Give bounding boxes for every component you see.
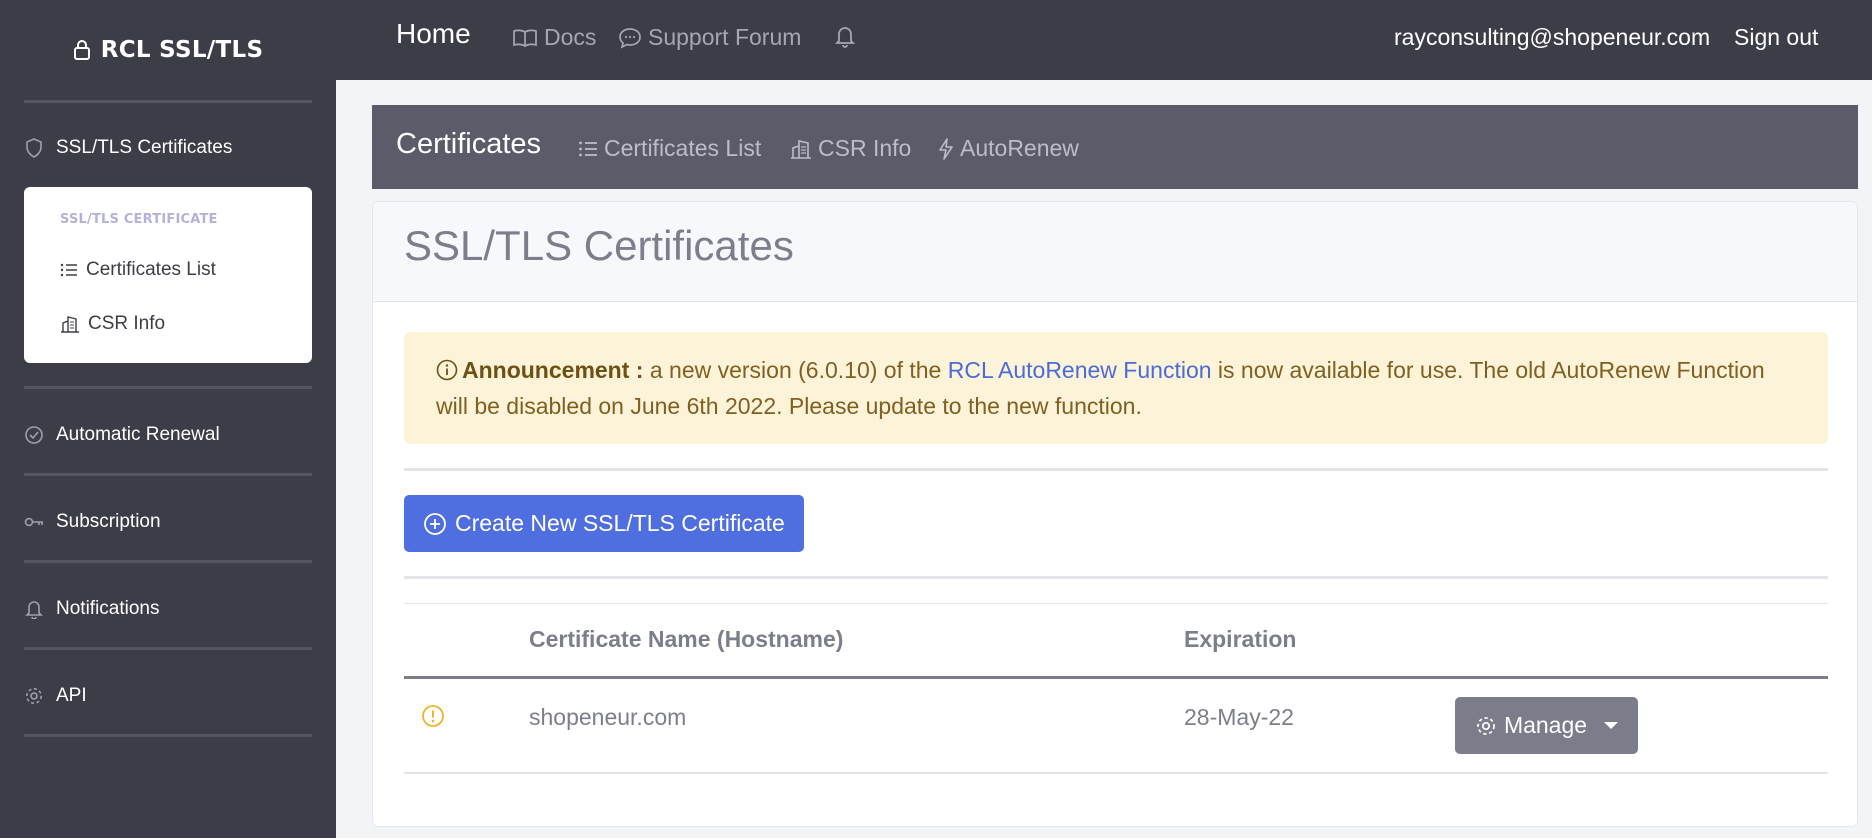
nav-home-link[interactable]: Home [396, 18, 471, 50]
sidebar-submenu: SSL/TLS CERTIFICATE Certificates List CS… [24, 187, 312, 363]
shield-icon [24, 138, 44, 158]
docs-label: Docs [544, 24, 597, 50]
bell-icon [834, 24, 856, 48]
subnav-autorenew[interactable]: AutoRenew [938, 135, 1079, 162]
announcement-label: Announcement : [462, 357, 644, 383]
sidebar-item-label: Automatic Renewal [56, 424, 220, 445]
bell-icon [24, 599, 44, 619]
notifications-bell-button[interactable] [834, 24, 856, 48]
sidebar-divider [24, 734, 312, 737]
divider [404, 576, 1828, 579]
page-title: SSL/TLS Certificates [404, 222, 794, 269]
book-icon [512, 28, 538, 48]
user-email[interactable]: rayconsulting@shopeneur.com [1394, 24, 1710, 51]
sidebar-item-notifications[interactable]: Notifications [24, 589, 312, 629]
manage-label: Manage [1503, 712, 1588, 738]
column-header-expiration[interactable]: Expiration [1184, 626, 1296, 653]
certificates-card: SSL/TLS Certificates Announcement : a ne… [372, 201, 1858, 827]
certificate-expiration: 28-May-22 [1184, 704, 1294, 730]
chat-icon [618, 27, 642, 49]
building-icon [790, 139, 812, 159]
brand-logo[interactable]: RCL SSL/TLS [0, 0, 336, 100]
gear-icon [24, 686, 44, 706]
sidebar-divider [24, 647, 312, 650]
sidebar-divider [24, 560, 312, 563]
table-row-border [404, 772, 1828, 774]
warning-icon [421, 704, 445, 728]
certificate-hostname[interactable]: shopeneur.com [529, 704, 686, 731]
submenu-header: SSL/TLS CERTIFICATE [60, 212, 218, 227]
nav-support-forum-link[interactable]: Support Forum [618, 24, 801, 51]
announcement-text-before: a new version (6.0.10) of the [643, 357, 948, 383]
sidebar-divider [24, 386, 312, 389]
info-icon [436, 359, 458, 381]
sidebar-item-ssl-certificates[interactable]: SSL/TLS Certificates [24, 128, 312, 168]
divider [404, 468, 1828, 471]
list-icon [60, 262, 78, 278]
sidebar-item-api[interactable]: API [24, 676, 312, 716]
list-icon [578, 140, 598, 158]
sidebar-item-subscription[interactable]: Subscription [24, 502, 312, 542]
card-header: SSL/TLS Certificates [373, 202, 1857, 302]
certificates-subnav: Certificates Certificates List CSR Info … [372, 105, 1858, 189]
create-button-label: Create New SSL/TLS Certificate [455, 510, 785, 536]
submenu-item-label: CSR Info [88, 313, 166, 334]
plus-circle-icon [423, 512, 447, 536]
chevron-down-icon [1604, 722, 1619, 729]
table-header-border [404, 676, 1828, 679]
sidebar-item-label: Notifications [56, 598, 160, 619]
announcement-alert: Announcement : a new version (6.0.10) of… [404, 332, 1828, 444]
subnav-csr-info[interactable]: CSR Info [790, 135, 911, 162]
autorenew-function-link[interactable]: RCL AutoRenew Function [948, 357, 1212, 383]
submenu-item-csr-info[interactable]: CSR Info [60, 309, 165, 339]
subnav-certificates-list[interactable]: Certificates List [578, 135, 761, 162]
sidebar-divider [24, 473, 312, 476]
nav-docs-link[interactable]: Docs [512, 24, 596, 51]
sign-out-link[interactable]: Sign out [1734, 24, 1818, 51]
column-header-hostname[interactable]: Certificate Name (Hostname) [529, 626, 843, 653]
subnav-title[interactable]: Certificates [396, 128, 541, 161]
top-navbar: Home Docs Support Forum rayconsulting@sh… [336, 0, 1872, 80]
lightning-icon [938, 137, 954, 160]
check-circle-icon [24, 425, 44, 445]
subnav-label: AutoRenew [960, 135, 1079, 161]
lock-icon [73, 39, 91, 61]
subnav-label: CSR Info [818, 135, 912, 161]
subnav-label: Certificates List [604, 135, 762, 161]
building-icon [60, 315, 80, 333]
sidebar-item-label: SSL/TLS Certificates [56, 137, 233, 158]
sidebar-item-label: Subscription [56, 511, 161, 532]
submenu-item-label: Certificates List [86, 259, 216, 280]
table-top-border [404, 603, 1828, 604]
submenu-item-certificates-list[interactable]: Certificates List [60, 255, 216, 285]
manage-dropdown-button[interactable]: Manage [1455, 697, 1638, 754]
key-icon [24, 512, 44, 532]
create-certificate-button[interactable]: Create New SSL/TLS Certificate [404, 495, 804, 552]
sidebar-item-automatic-renewal[interactable]: Automatic Renewal [24, 415, 312, 455]
forum-label: Support Forum [648, 24, 802, 50]
sidebar: RCL SSL/TLS SSL/TLS Certificates SSL/TLS… [0, 0, 336, 838]
gear-icon [1475, 715, 1497, 737]
brand-name: RCL SSL/TLS [100, 37, 264, 63]
sidebar-divider [24, 100, 312, 103]
sidebar-item-label: API [56, 685, 87, 706]
